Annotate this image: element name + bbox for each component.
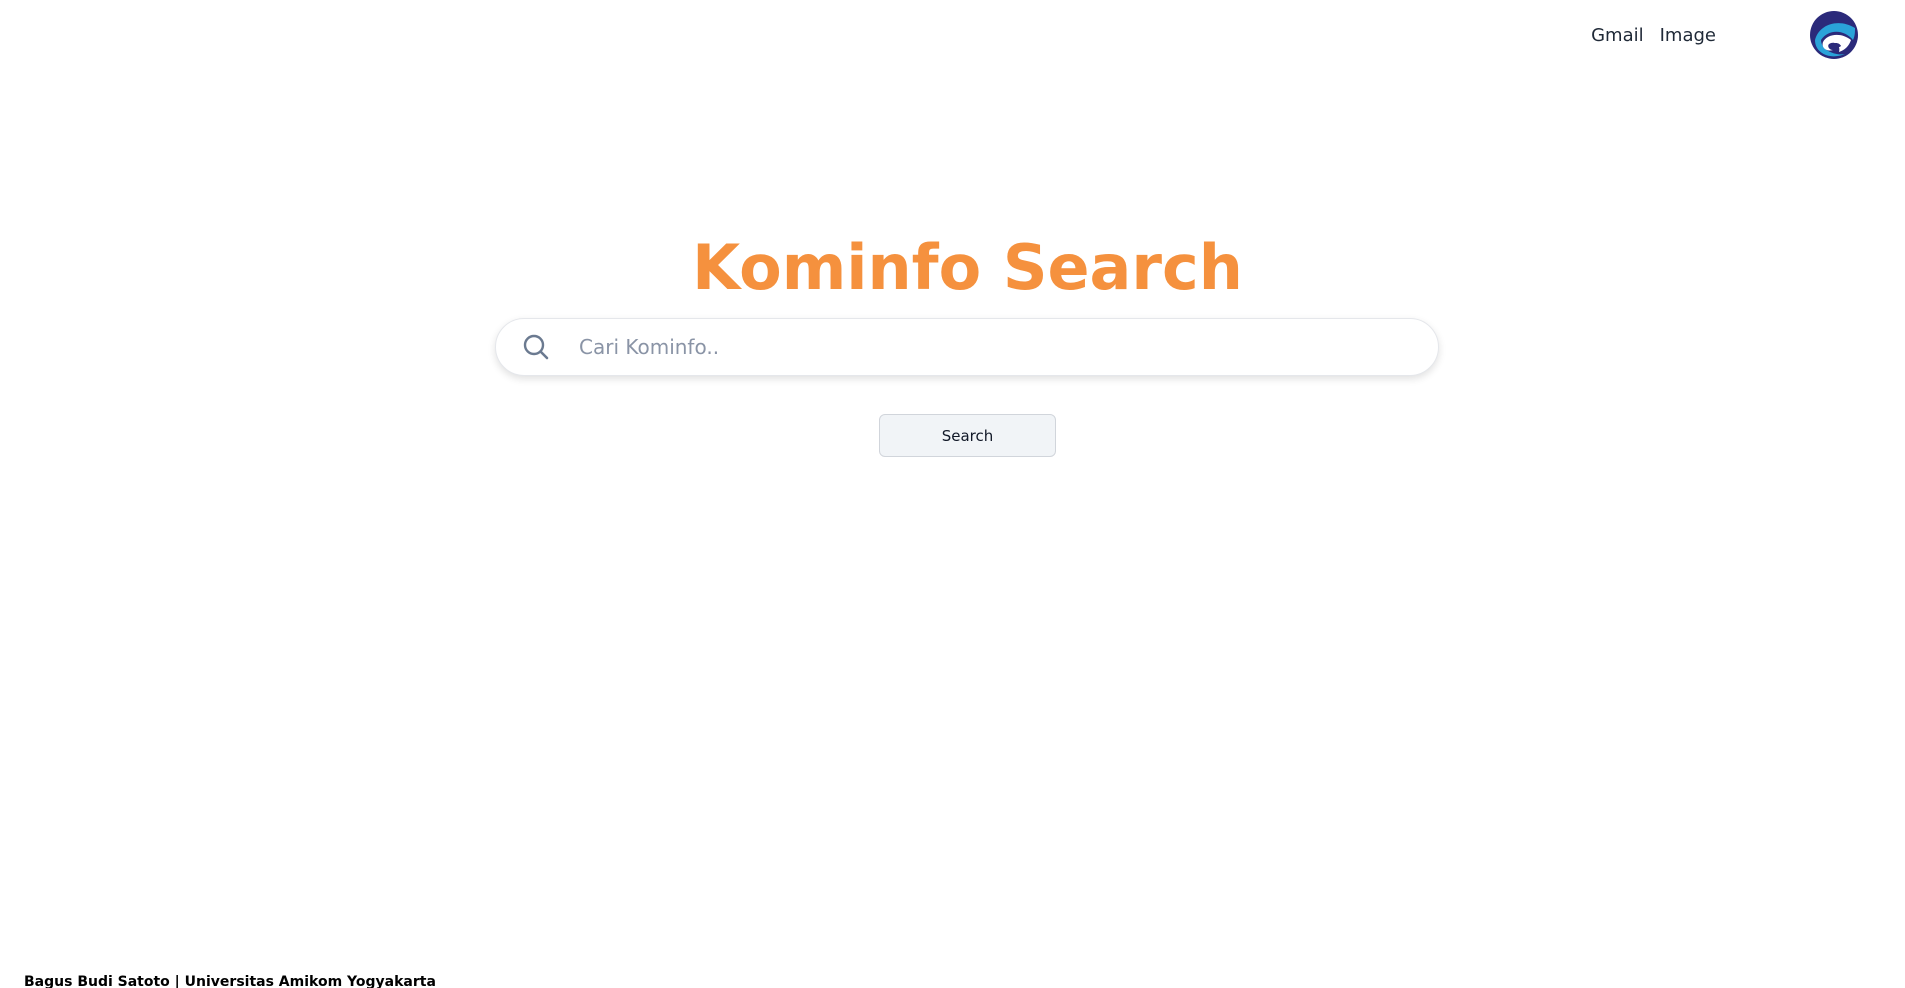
- search-input[interactable]: [577, 326, 1438, 368]
- gmail-link[interactable]: Gmail: [1591, 25, 1644, 46]
- search-button[interactable]: Search: [879, 414, 1056, 457]
- footer-credit: Bagus Budi Satoto | Universitas Amikom Y…: [24, 974, 436, 988]
- top-nav: Gmail Image: [1591, 10, 1905, 60]
- kominfo-logo-icon[interactable]: [1809, 10, 1859, 60]
- search-bar[interactable]: [495, 318, 1439, 376]
- page: Gmail Image Kominfo Search Search Bagus …: [0, 0, 1905, 988]
- page-title: Kominfo Search: [692, 230, 1243, 304]
- search-icon: [523, 334, 549, 360]
- image-link[interactable]: Image: [1660, 25, 1716, 46]
